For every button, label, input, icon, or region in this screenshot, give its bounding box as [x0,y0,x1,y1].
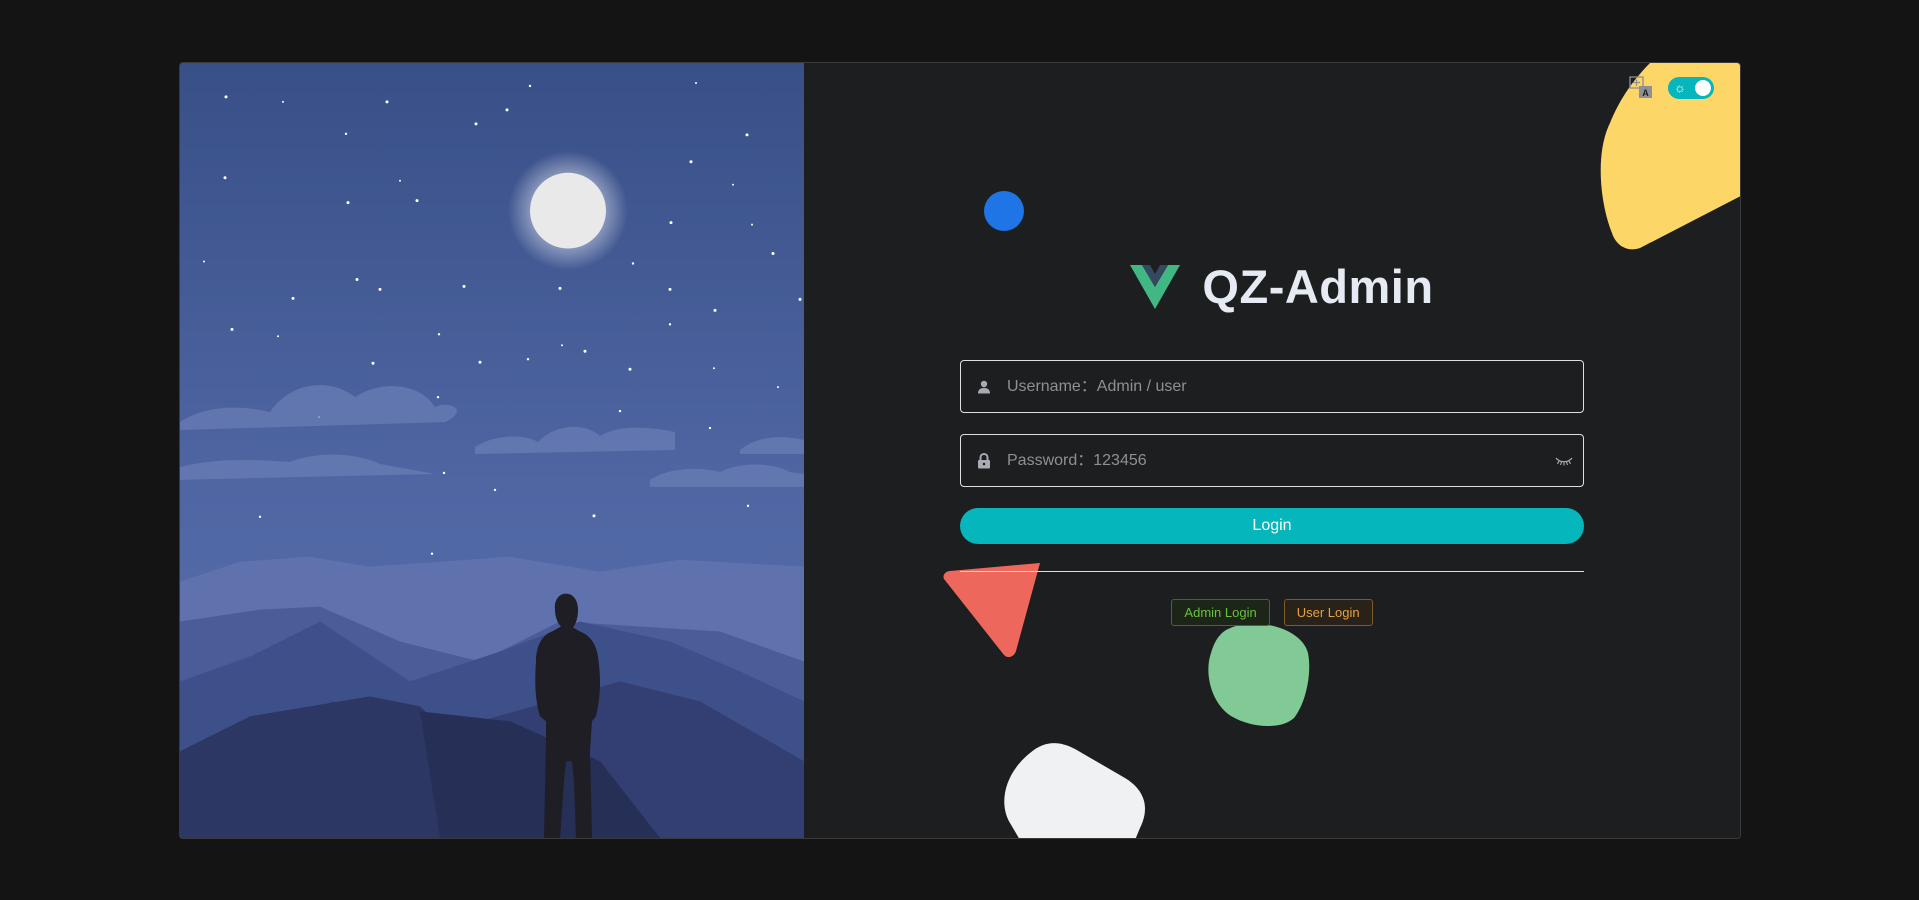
vue-logo-icon [1130,264,1181,309]
login-form: Login Admin Login User Login [960,360,1584,626]
night-mountain-illustration [180,63,804,838]
quick-login-group: Admin Login User Login [960,599,1584,626]
toggle-knob [1695,80,1711,96]
white-pill-decoration [1004,743,1145,838]
translate-icon[interactable]: A [1628,75,1654,101]
app-title: QZ-Admin [1202,260,1434,313]
lock-icon [961,452,1007,469]
user-login-button[interactable]: User Login [1283,599,1373,626]
svg-text:A: A [1642,88,1649,98]
theme-toggle[interactable]: ☼ [1668,77,1714,99]
username-field [960,360,1584,413]
sun-icon: ☼ [1674,80,1686,95]
top-toolbar: A ☼ [1628,75,1714,101]
admin-login-button[interactable]: Admin Login [1171,599,1270,626]
login-panel: A ☼ QZ-Admin Username：Admin / user Login… [804,63,1740,838]
login-card: A ☼ QZ-Admin Username：Admin / user Login… [179,62,1741,839]
password-field [960,434,1584,487]
login-button[interactable]: Login [960,508,1584,544]
green-blob-decoration [1208,623,1310,727]
user-icon [961,380,1007,394]
blue-dot-decoration [984,191,1024,231]
username-input[interactable] [1007,361,1583,412]
password-input[interactable] [1007,435,1545,486]
eye-closed-icon[interactable] [1545,456,1583,466]
brand-header: QZ-Admin [804,259,1740,314]
divider [960,571,1584,572]
